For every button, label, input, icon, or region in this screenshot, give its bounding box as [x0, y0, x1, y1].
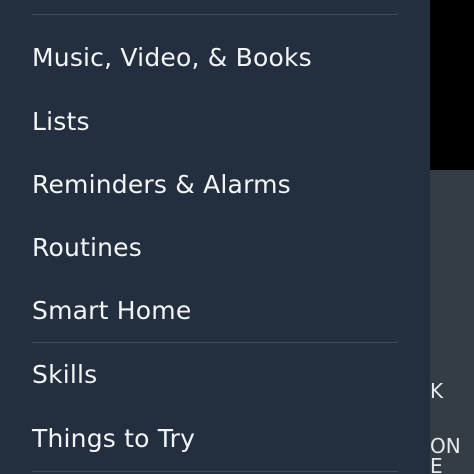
app-screen: K ON E Music, Video, & Books Lists Remin…	[0, 0, 474, 474]
navigation-drawer: Music, Video, & Books Lists Reminders & …	[0, 0, 430, 474]
menu-item-reminders-alarms[interactable]: Reminders & Alarms	[32, 160, 412, 208]
menu-item-things-to-try[interactable]: Things to Try	[32, 414, 412, 462]
menu-divider	[32, 342, 398, 343]
menu-divider	[32, 14, 398, 15]
menu-item-music-video-books[interactable]: Music, Video, & Books	[32, 33, 412, 81]
menu-item-routines[interactable]: Routines	[32, 223, 412, 271]
menu-item-smart-home[interactable]: Smart Home	[32, 286, 412, 334]
background-text-fragment: E	[430, 454, 443, 474]
background-text-fragment: K	[430, 379, 444, 403]
background-text-fragment: ON	[430, 434, 461, 458]
menu-divider	[32, 471, 398, 472]
menu-item-lists[interactable]: Lists	[32, 97, 412, 145]
menu-item-skills[interactable]: Skills	[32, 350, 412, 398]
